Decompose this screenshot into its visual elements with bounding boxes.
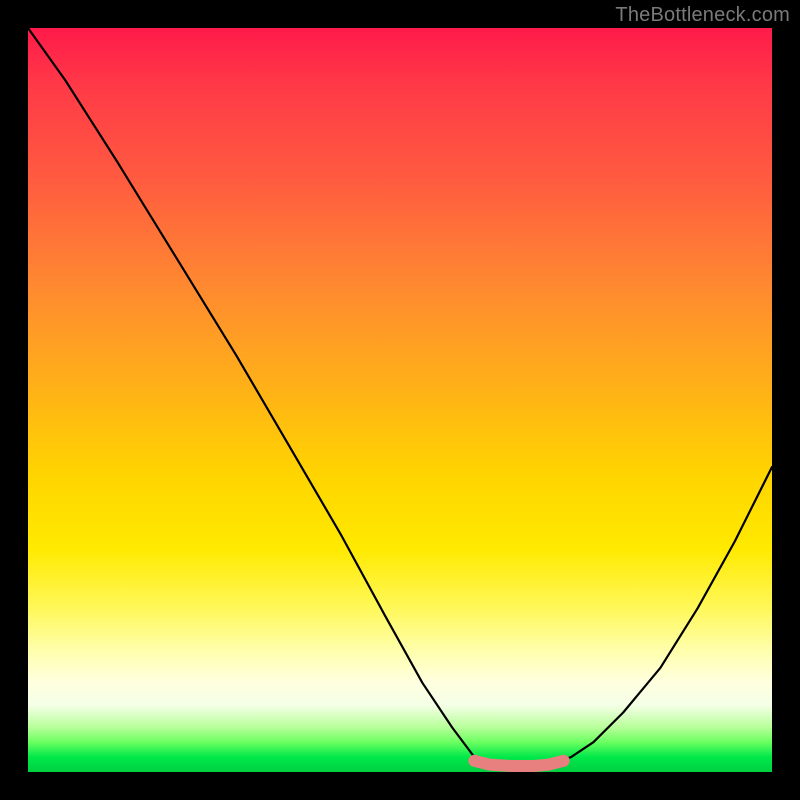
watermark-text: TheBottleneck.com — [615, 4, 790, 27]
chart-frame: TheBottleneck.com — [0, 0, 800, 800]
plot-svg — [28, 28, 772, 772]
pink-floor-segment — [474, 761, 563, 766]
plot-background-gradient — [28, 28, 772, 772]
black-curve-line — [28, 28, 772, 765]
